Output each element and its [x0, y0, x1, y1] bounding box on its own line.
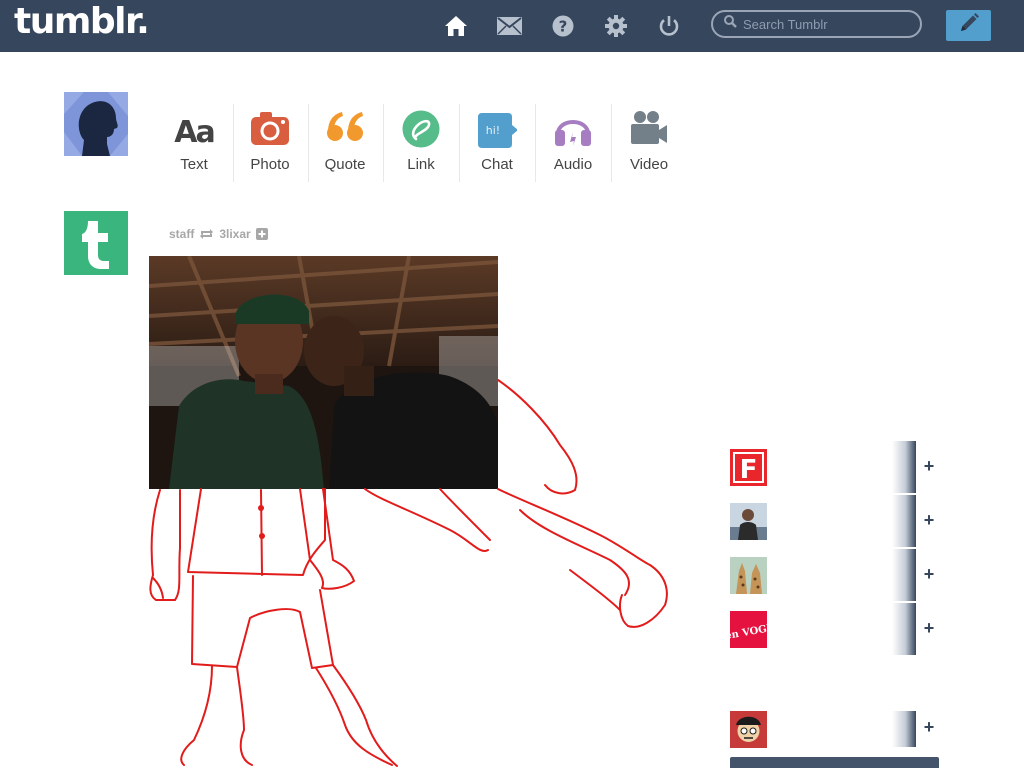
post-type-photo-label: Photo	[250, 156, 290, 173]
recommended-blog-avatar[interactable]	[730, 557, 767, 594]
mail-icon[interactable]	[496, 13, 522, 39]
recommended-blog-fade	[892, 495, 916, 547]
headphones-icon	[553, 108, 593, 148]
follow-button[interactable]: +	[920, 456, 938, 476]
recommended-blog-item: teen VOGUE +	[730, 603, 940, 655]
recommended-blog-avatar-letter: F	[740, 455, 758, 485]
settings-icon[interactable]	[603, 13, 629, 39]
follow-button[interactable]: +	[920, 618, 938, 638]
follow-source-button[interactable]	[255, 228, 268, 240]
follow-button[interactable]: +	[920, 717, 938, 737]
pencil-icon	[958, 12, 980, 39]
post-type-text-label: Text	[180, 156, 208, 173]
post-photo[interactable]	[149, 256, 498, 489]
post-type-audio[interactable]: Audio	[535, 104, 611, 182]
post-type-chat[interactable]: hi! Chat	[459, 104, 535, 182]
follow-button[interactable]: +	[920, 564, 938, 584]
svg-text:?: ?	[559, 18, 568, 36]
recommended-blog-fade	[892, 441, 916, 493]
recommended-blog-avatar[interactable]: F	[730, 449, 767, 486]
home-icon[interactable]	[443, 13, 469, 39]
link-icon	[401, 108, 441, 148]
recommended-blog-avatar[interactable]	[730, 503, 767, 540]
post-type-video-label: Video	[629, 156, 669, 173]
svg-text:hi!: hi!	[486, 124, 500, 137]
recommended-blog-item: F +	[730, 441, 940, 493]
help-icon[interactable]: ?	[550, 13, 576, 39]
plus-icon	[255, 228, 268, 240]
post-type-audio-label: Audio	[553, 156, 593, 173]
post-type-quote-label: Quote	[324, 156, 366, 173]
quote-icon	[325, 108, 365, 148]
post-type-photo[interactable]: Photo	[232, 104, 308, 182]
post-type-link[interactable]: Link	[383, 104, 459, 182]
post-type-chat-label: Chat	[481, 156, 513, 173]
svg-text:Aa: Aa	[174, 115, 213, 148]
recommended-blog-item: +	[730, 495, 940, 547]
chat-icon: hi!	[477, 108, 518, 148]
recommended-blog-avatar[interactable]: teen VOGUE	[730, 611, 767, 648]
text-icon: Aa	[174, 108, 215, 150]
reblog-icon	[199, 228, 214, 240]
post-type-video[interactable]: Video	[611, 104, 687, 182]
post-author-link[interactable]: staff	[169, 227, 194, 241]
recommended-blog-fade	[892, 711, 916, 747]
post-header: staff 3lixar	[169, 226, 268, 242]
recommended-blog-avatar[interactable]	[730, 711, 767, 748]
follow-button[interactable]: +	[920, 510, 938, 530]
post-type-quote[interactable]: Quote	[307, 104, 383, 182]
reblog-source-link[interactable]: 3lixar	[219, 227, 250, 241]
compose-button[interactable]	[946, 10, 991, 41]
top-navigation-bar: tumblr. ?	[0, 0, 1024, 52]
power-icon[interactable]	[656, 13, 682, 39]
search-box[interactable]	[711, 10, 922, 38]
post-type-text[interactable]: Aa Text	[156, 104, 232, 182]
tumblr-logo[interactable]: tumblr.	[14, 1, 150, 42]
recommended-blog-item: +	[730, 703, 940, 748]
staff-blog-avatar[interactable]	[64, 211, 128, 275]
search-input[interactable]	[743, 16, 913, 32]
radar-panel-edge	[730, 757, 939, 768]
video-camera-icon	[629, 108, 669, 148]
camera-icon	[250, 108, 290, 148]
post-type-link-label: Link	[407, 156, 435, 173]
user-avatar[interactable]	[64, 92, 128, 156]
recommended-blog-item: +	[730, 549, 940, 601]
search-icon	[724, 15, 737, 33]
recommended-blog-fade	[892, 549, 916, 601]
recommended-blog-fade	[892, 603, 916, 655]
